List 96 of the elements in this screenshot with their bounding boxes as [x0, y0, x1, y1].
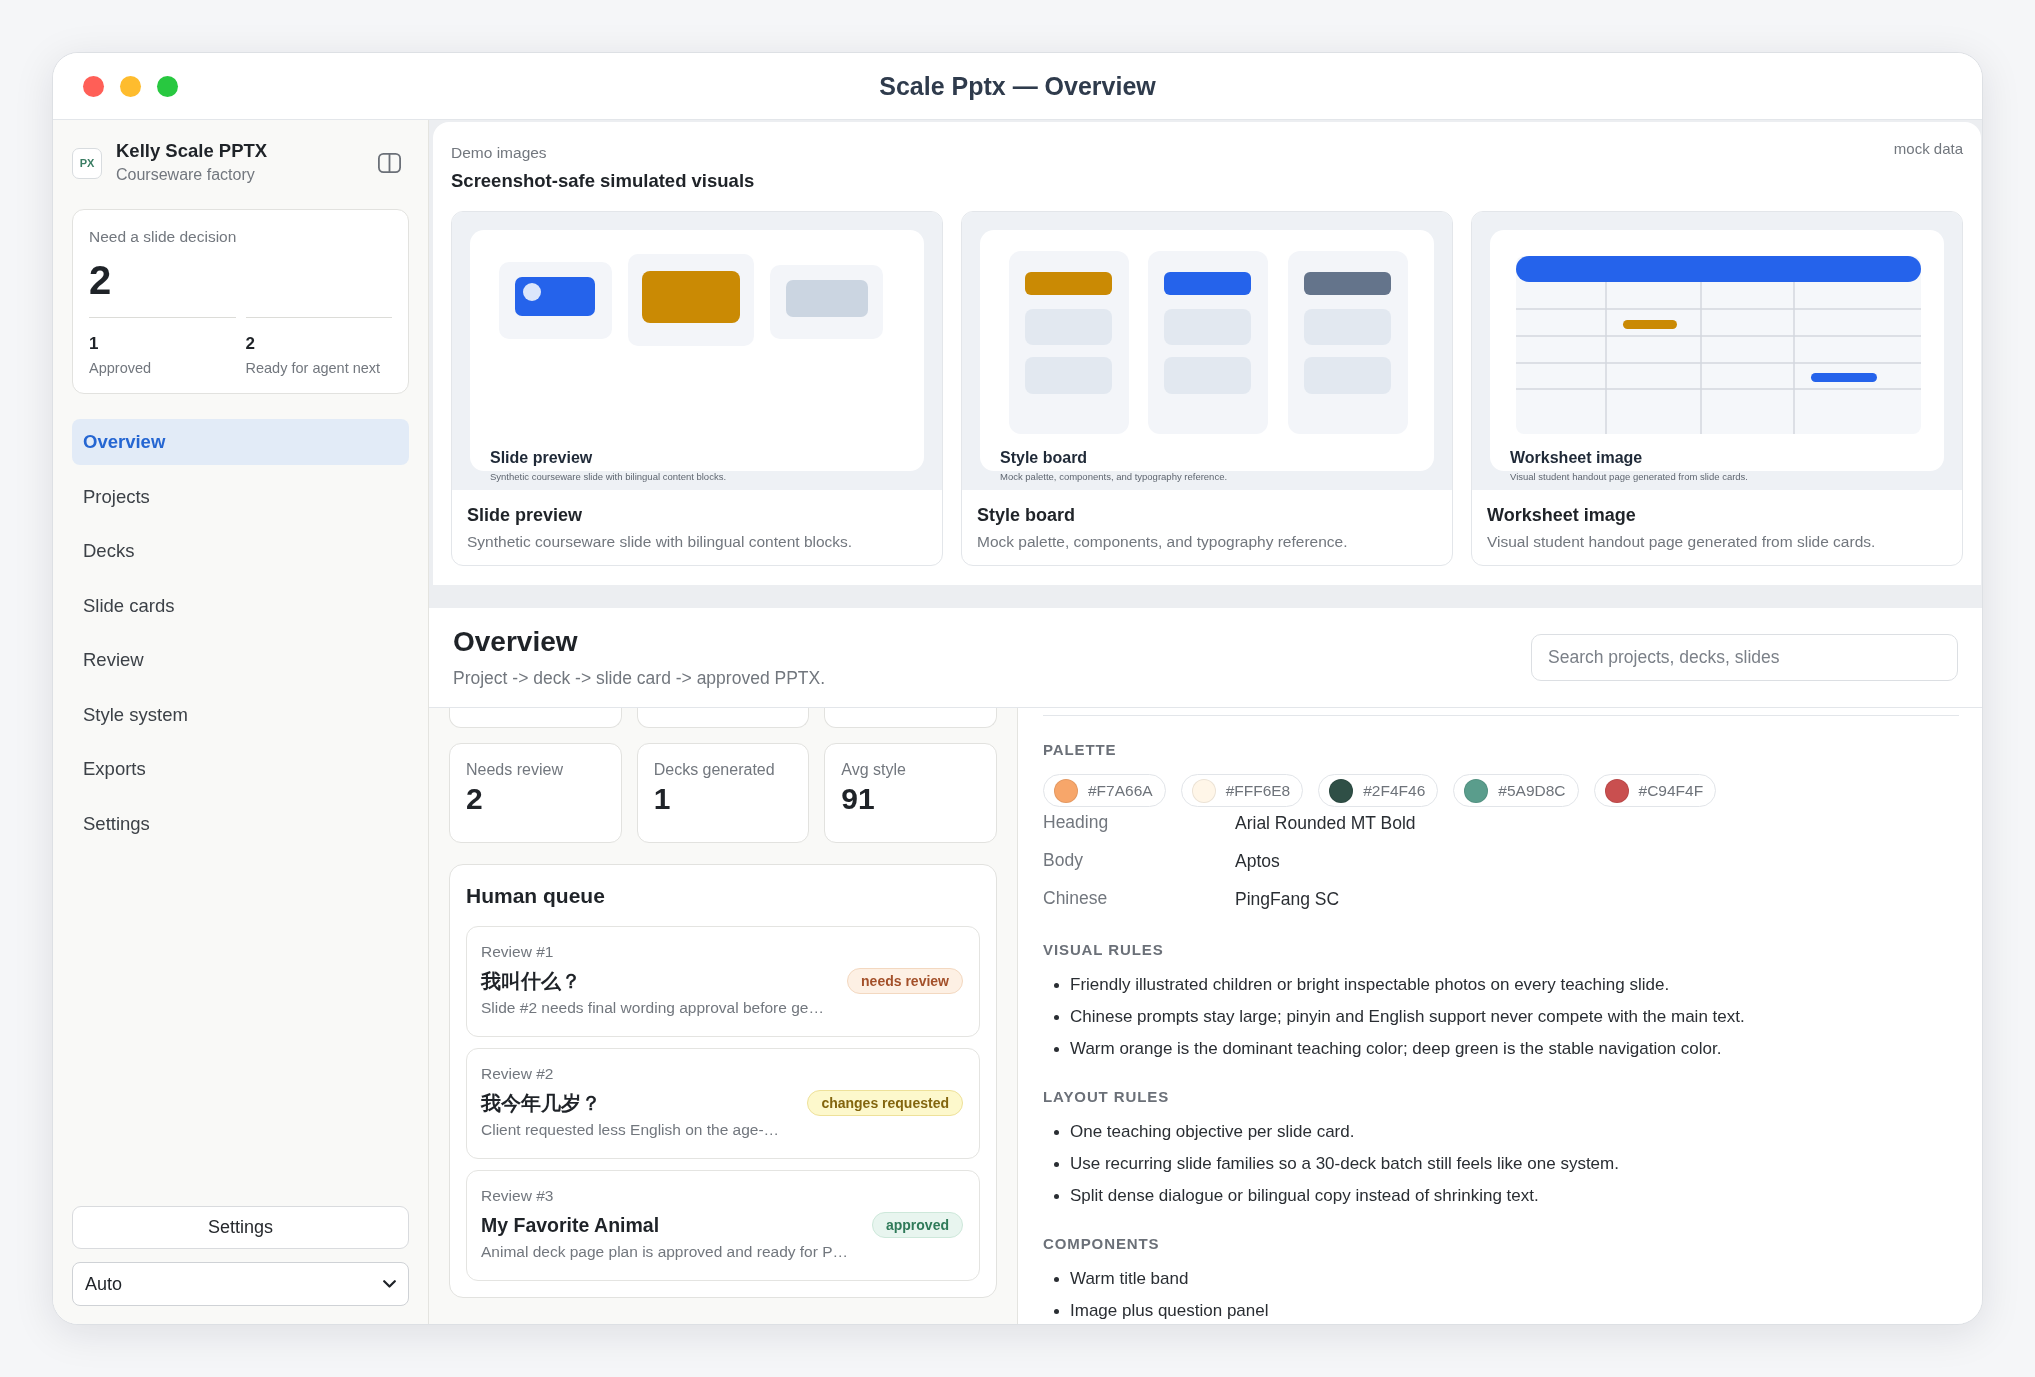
status-badge: changes requested: [807, 1090, 963, 1116]
preview-caption: Visual student handout page generated from slide cards.: [1510, 471, 1748, 482]
review-description: Animal deck page plan is approved and ready for P…: [481, 1242, 849, 1262]
color-hex-label: #C94F4F: [1638, 780, 1704, 801]
review-card[interactable]: Review #3 My Favorite Animal approved Animal deck page plan is approved and ready for P…: [466, 1170, 980, 1281]
font-name: Aptos: [1235, 850, 1280, 872]
stat-label: Avg style: [841, 760, 906, 780]
app-logo: PX: [72, 147, 102, 179]
stat-value: 2: [466, 781, 483, 817]
preview-caption: Mock palette, components, and typography reference.: [1000, 471, 1228, 482]
nav-item[interactable]: Exports: [72, 746, 409, 792]
page-title: Overview: [453, 625, 578, 659]
review-card[interactable]: Review #2 我今年几岁？ changes requested Client requested less English on the age-…: [466, 1048, 980, 1159]
window-title: Scale Pptx — Overview: [879, 71, 1156, 101]
close-icon[interactable]: [83, 76, 104, 97]
stat-label: Approved: [89, 359, 152, 378]
stat-label: Ready for agent next: [245, 359, 381, 378]
font-role-label: Chinese: [1043, 888, 1108, 908]
bullet-icon: [1054, 1161, 1059, 1167]
review-title: 我今年几岁？: [481, 1091, 601, 1116]
bullet-icon: [1054, 1276, 1059, 1282]
review-title: My Favorite Animal: [481, 1213, 660, 1238]
color-hex-label: #FFF6E8: [1225, 780, 1291, 801]
card-description: Mock palette, components, and typography reference.: [977, 532, 1348, 552]
bullet-icon: [1054, 1046, 1059, 1052]
stat-value: 1: [89, 334, 99, 354]
bullet-icon: [1054, 1193, 1059, 1199]
chevron-down-icon: [383, 1280, 396, 1288]
section-eyebrow: Demo images: [451, 143, 547, 163]
card-title: Style board: [977, 504, 1076, 527]
rule-text: Split dense dialogue or bilingual copy instead of shrinking text.: [1070, 1185, 1539, 1207]
settings-button[interactable]: Settings: [72, 1206, 409, 1249]
maximize-icon[interactable]: [157, 76, 178, 97]
page-subtitle: Project -> deck -> slide card -> approved PPTX.: [453, 667, 826, 690]
color-hex-label: #5A9D8C: [1498, 780, 1566, 801]
font-name: Arial Rounded MT Bold: [1235, 812, 1416, 834]
section-title: Screenshot-safe simulated visuals: [451, 169, 755, 193]
review-description: Slide #2 needs final wording approval before ge…: [481, 998, 824, 1018]
nav-item[interactable]: Review: [72, 637, 409, 683]
status-badge: needs review: [847, 968, 963, 994]
section-heading: COMPONENTS: [1043, 1234, 1160, 1254]
font-name: PingFang SC: [1235, 888, 1340, 910]
mock-data-label: mock data: [1893, 139, 1963, 159]
split-panel-icon[interactable]: [378, 153, 401, 173]
review-card[interactable]: Review #1 我叫什么？ needs review Slide #2 needs final wording approval before ge…: [466, 926, 980, 1037]
section-heading: PALETTE: [1043, 740, 1117, 760]
preview-title: Worksheet image: [1510, 448, 1643, 468]
stat-value: 2: [245, 334, 255, 354]
card-description: Synthetic courseware slide with bilingual content blocks.: [467, 532, 853, 552]
nav-item[interactable]: Settings: [72, 800, 409, 847]
rule-text: Use recurring slide families so a 30-deck batch still feels like one system.: [1070, 1153, 1619, 1175]
rule-text: Image plus question panel: [1070, 1300, 1269, 1322]
nav-item[interactable]: Overview: [72, 419, 409, 465]
stat-value: 1: [653, 781, 671, 817]
section-heading: LAYOUT RULES: [1043, 1087, 1170, 1107]
bullet-icon: [1054, 1014, 1059, 1020]
rule-text: Warm orange is the dominant teaching color; deep green is the stable navigation color.: [1070, 1038, 1722, 1060]
stat-label: Decks generated: [653, 760, 775, 780]
app-subtitle: Courseware factory: [116, 165, 255, 185]
review-title: 我叫什么？: [481, 969, 581, 994]
bullet-icon: [1054, 982, 1059, 988]
rule-text: Warm title band: [1070, 1268, 1189, 1290]
color-hex-label: #2F4F46: [1363, 780, 1426, 801]
stat-label: Needs review: [466, 760, 563, 780]
card-label: Need a slide decision: [89, 227, 237, 247]
review-label: Review #3: [481, 1186, 554, 1206]
color-hex-label: #F7A66A: [1088, 780, 1153, 801]
section-heading: VISUAL RULES: [1043, 940, 1164, 960]
theme-select[interactable]: Auto: [72, 1262, 409, 1306]
review-label: Review #2: [481, 1064, 554, 1084]
status-badge: approved: [872, 1212, 963, 1238]
font-role-label: Body: [1043, 850, 1083, 870]
card-title: Worksheet image: [1487, 504, 1636, 527]
card-value: 2: [89, 260, 112, 300]
preview-title: Slide preview: [490, 448, 593, 468]
card-title: Slide preview: [467, 504, 583, 527]
minimize-icon[interactable]: [120, 76, 141, 97]
rule-text: One teaching objective per slide card.: [1070, 1121, 1355, 1143]
font-role-label: Heading: [1043, 812, 1109, 832]
preview-caption: Synthetic courseware slide with bilingual content blocks.: [490, 471, 727, 482]
nav-item[interactable]: Projects: [72, 473, 409, 520]
app-name: Kelly Scale PPTX: [116, 140, 268, 162]
review-label: Review #1: [481, 942, 554, 962]
panel-title: Human queue: [466, 883, 605, 909]
nav-item[interactable]: Slide cards: [72, 582, 409, 629]
preview-title: Style board: [1000, 448, 1088, 468]
rule-text: Chinese prompts stay large; pinyin and English support never compete with the main text.: [1070, 1006, 1745, 1028]
card-description: Visual student handout page generated from slide cards.: [1487, 532, 1876, 552]
nav-item[interactable]: Decks: [72, 528, 409, 574]
stat-value: 91: [841, 781, 875, 817]
nav-item[interactable]: Style system: [72, 691, 409, 738]
review-description: Client requested less English on the age-…: [481, 1120, 780, 1140]
bullet-icon: [1054, 1308, 1059, 1314]
rule-text: Friendly illustrated children or bright inspectable photos on every teaching slide.: [1070, 974, 1670, 996]
search-field[interactable]: Search projects, decks, slides: [1531, 634, 1958, 681]
bullet-icon: [1054, 1129, 1059, 1135]
